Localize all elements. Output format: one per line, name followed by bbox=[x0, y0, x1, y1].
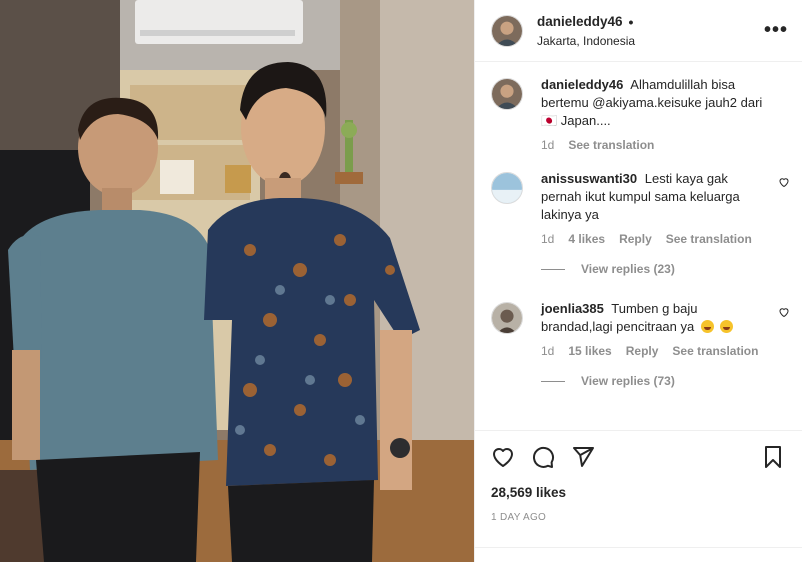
view-replies-button[interactable]: View replies (23) bbox=[541, 262, 786, 276]
bookmark-icon[interactable] bbox=[761, 445, 785, 469]
caption-body: danieleddy46 Alhamdulillah bisa bertemu … bbox=[541, 76, 786, 152]
heart-icon[interactable] bbox=[778, 176, 790, 188]
divider bbox=[475, 547, 802, 548]
caption-meta: 1d See translation bbox=[541, 138, 764, 152]
comment-username[interactable]: joenlia385 bbox=[541, 301, 604, 316]
reply-button[interactable]: Reply bbox=[619, 232, 652, 246]
caption-see-translation[interactable]: See translation bbox=[568, 138, 654, 152]
reply-button[interactable]: Reply bbox=[626, 344, 659, 358]
replies-line bbox=[541, 268, 565, 270]
caption-text-row: danieleddy46 Alhamdulillah bisa bertemu … bbox=[541, 76, 764, 130]
comment: anissuswanti30 Lesti kaya gak pernah iku… bbox=[491, 170, 789, 246]
comment-text-row: anissuswanti30 Lesti kaya gak pernah iku… bbox=[541, 170, 764, 224]
post-actions: 28,569 likes 1 DAY AGO bbox=[475, 430, 802, 523]
caption-username[interactable]: danieleddy46 bbox=[541, 77, 623, 92]
caption-time[interactable]: 1d bbox=[541, 138, 554, 152]
caption-avatar[interactable] bbox=[491, 78, 523, 110]
post-side-panel: danieleddy46 • Jakarta, Indonesia ••• da… bbox=[474, 0, 802, 562]
comment-likes[interactable]: 4 likes bbox=[568, 232, 605, 246]
post-photo[interactable] bbox=[0, 0, 474, 562]
view-replies-button[interactable]: View replies (73) bbox=[541, 374, 786, 388]
replies-line bbox=[541, 380, 565, 382]
author-avatar[interactable] bbox=[491, 14, 523, 47]
laughing-emoji-icon bbox=[700, 320, 714, 333]
comment-time[interactable]: 1d bbox=[541, 232, 554, 246]
comment-username[interactable]: anissuswanti30 bbox=[541, 171, 637, 186]
view-replies-label: View replies (73) bbox=[581, 374, 675, 388]
comment: joenlia385 Tumben g baju brandad,lagi pe… bbox=[491, 300, 789, 358]
photo-illustration bbox=[0, 0, 474, 562]
post-time[interactable]: 1 DAY AGO bbox=[491, 512, 787, 523]
post-header: danieleddy46 • Jakarta, Indonesia ••• bbox=[475, 0, 802, 62]
view-replies-label: View replies (23) bbox=[581, 262, 675, 276]
likes-count[interactable]: 28,569 likes bbox=[491, 485, 787, 500]
more-icon[interactable]: ••• bbox=[764, 19, 788, 42]
comment-meta: 1d 15 likes Reply See translation bbox=[541, 344, 764, 358]
comment-meta: 1d 4 likes Reply See translation bbox=[541, 232, 764, 246]
author-username[interactable]: danieleddy46 bbox=[537, 14, 623, 29]
header-dot: • bbox=[628, 13, 634, 30]
post-location[interactable]: Jakarta, Indonesia bbox=[537, 34, 764, 48]
comment-text-row: joenlia385 Tumben g baju brandad,lagi pe… bbox=[541, 300, 764, 336]
action-icons bbox=[491, 443, 787, 471]
share-icon[interactable] bbox=[571, 445, 595, 469]
comment-see-translation[interactable]: See translation bbox=[672, 344, 758, 358]
header-text: danieleddy46 • Jakarta, Indonesia bbox=[537, 14, 764, 48]
header-user-row: danieleddy46 • bbox=[537, 14, 764, 30]
comments-list[interactable]: danieleddy46 Alhamdulillah bisa bertemu … bbox=[475, 62, 802, 430]
heart-icon[interactable] bbox=[491, 445, 515, 469]
comment-avatar[interactable] bbox=[491, 302, 523, 334]
comment-body: joenlia385 Tumben g baju brandad,lagi pe… bbox=[541, 300, 786, 358]
comment-likes[interactable]: 15 likes bbox=[568, 344, 611, 358]
comment-icon[interactable] bbox=[531, 445, 555, 469]
heart-icon[interactable] bbox=[778, 306, 790, 318]
comment-time[interactable]: 1d bbox=[541, 344, 554, 358]
laughing-emoji-icon bbox=[720, 320, 734, 333]
comment-see-translation[interactable]: See translation bbox=[666, 232, 752, 246]
caption: danieleddy46 Alhamdulillah bisa bertemu … bbox=[491, 76, 786, 152]
post-view: danieleddy46 • Jakarta, Indonesia ••• da… bbox=[0, 0, 802, 562]
comment-body: anissuswanti30 Lesti kaya gak pernah iku… bbox=[541, 170, 786, 246]
comment-avatar[interactable] bbox=[491, 172, 523, 204]
